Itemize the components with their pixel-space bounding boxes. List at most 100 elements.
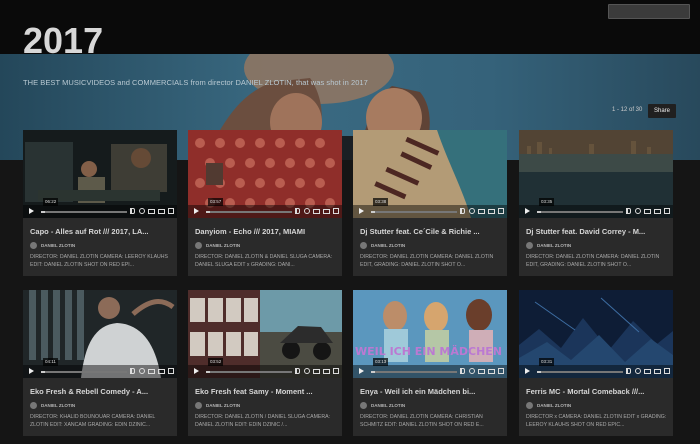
svg-text:WEIL ICH EIN MÄDCHEN BIN: WEIL ICH EIN MÄDCHEN BIN [355, 344, 507, 358]
gear-icon[interactable] [139, 208, 145, 214]
captions-icon[interactable] [644, 209, 651, 214]
video-author[interactable]: DANIEL ZLOTIN [206, 403, 240, 408]
volume-icon[interactable] [460, 368, 465, 374]
gear-icon[interactable] [469, 368, 475, 374]
progress-bar[interactable] [371, 211, 457, 213]
video-card[interactable]: 06:22 Capo - Alles auf Rot /// 2017, LA.… [23, 130, 177, 276]
pip-icon[interactable] [158, 369, 165, 374]
fullscreen-icon[interactable] [168, 208, 174, 214]
captions-icon[interactable] [148, 209, 155, 214]
progress-bar[interactable] [41, 211, 127, 213]
pip-icon[interactable] [488, 369, 495, 374]
captions-icon[interactable] [313, 209, 320, 214]
page-description: THE BEST MUSICVIDEOS and COMMERCIALS fro… [23, 78, 368, 87]
captions-icon[interactable] [478, 209, 485, 214]
gear-icon[interactable] [635, 208, 641, 214]
avatar [360, 402, 367, 409]
play-icon[interactable] [194, 368, 199, 374]
volume-icon[interactable] [130, 368, 135, 374]
pip-icon[interactable] [654, 369, 661, 374]
video-description: DIRECTOR: DANIEL ZLOTIN CAMERA: CHRISTIA… [360, 414, 484, 428]
video-author[interactable]: DANIEL ZLOTIN [206, 243, 240, 248]
fullscreen-icon[interactable] [498, 208, 504, 214]
video-card[interactable]: 03:31 Ferris MC - Mortal Comeback ///...… [519, 290, 673, 436]
progress-bar[interactable] [371, 371, 457, 373]
video-title[interactable]: Enya - Weil ich ein Mädchen bi... [360, 387, 502, 396]
video-author[interactable]: DANIEL ZLOTIN [41, 243, 75, 248]
video-description: DIRECTOR x CAMERA: DANIEL ZLOTIN EDIT x … [526, 414, 667, 428]
video-controls [23, 205, 177, 218]
video-card[interactable]: 03:57 Danyiom - Echo /// 2017, MIAMI DAN… [188, 130, 342, 276]
fullscreen-icon[interactable] [333, 208, 339, 214]
volume-icon[interactable] [130, 208, 135, 214]
video-title[interactable]: Eko Fresh & Rebell Comedy - A... [30, 387, 172, 396]
video-title[interactable]: Dj Stutter feat. Ce´Cile & Richie ... [360, 227, 502, 236]
pip-icon[interactable] [488, 209, 495, 214]
video-card[interactable]: 03:35 Dj Stutter feat. David Correy - M.… [519, 130, 673, 276]
volume-icon[interactable] [295, 208, 300, 214]
video-thumbnail[interactable]: 03:38 [353, 130, 507, 218]
fullscreen-icon[interactable] [664, 368, 670, 374]
gear-icon[interactable] [139, 368, 145, 374]
progress-bar[interactable] [206, 371, 292, 373]
video-thumbnail[interactable]: 06:22 [23, 130, 177, 218]
video-card[interactable]: 04:11 Eko Fresh & Rebell Comedy - A... D… [23, 290, 177, 436]
video-description: DIRECTOR: DANIEL ZLOTIN CAMERA: DANIEL Z… [360, 254, 494, 268]
progress-bar[interactable] [41, 371, 127, 373]
gear-icon[interactable] [304, 368, 310, 374]
captions-icon[interactable] [313, 369, 320, 374]
search-input[interactable] [608, 4, 690, 19]
captions-icon[interactable] [644, 369, 651, 374]
volume-icon[interactable] [295, 368, 300, 374]
video-title[interactable]: Danyiom - Echo /// 2017, MIAMI [195, 227, 337, 236]
volume-icon[interactable] [460, 208, 465, 214]
video-title[interactable]: Ferris MC - Mortal Comeback ///... [526, 387, 668, 396]
video-author[interactable]: DANIEL ZLOTIN [371, 243, 405, 248]
captions-icon[interactable] [478, 369, 485, 374]
video-author[interactable]: DANIEL ZLOTIN [537, 403, 571, 408]
play-icon[interactable] [525, 368, 530, 374]
video-author[interactable]: DANIEL ZLOTIN [371, 403, 405, 408]
captions-icon[interactable] [148, 369, 155, 374]
play-icon[interactable] [525, 208, 530, 214]
play-icon[interactable] [359, 208, 364, 214]
video-title[interactable]: Dj Stutter feat. David Correy - M... [526, 227, 668, 236]
video-thumbnail[interactable]: 03:52 [188, 290, 342, 378]
video-controls [23, 365, 177, 378]
video-description: DIRECTOR: DANIEL ZLOTIN / DANIEL SLUGA C… [195, 414, 330, 428]
video-title[interactable]: Eko Fresh feat Samy - Moment ... [195, 387, 337, 396]
progress-bar[interactable] [537, 211, 623, 213]
gear-icon[interactable] [469, 208, 475, 214]
volume-icon[interactable] [626, 208, 631, 214]
fullscreen-icon[interactable] [168, 368, 174, 374]
gear-icon[interactable] [635, 368, 641, 374]
video-card[interactable]: 03:52 Eko Fresh feat Samy - Moment ... D… [188, 290, 342, 436]
pip-icon[interactable] [158, 209, 165, 214]
video-author[interactable]: DANIEL ZLOTIN [41, 403, 75, 408]
video-thumbnail[interactable]: 03:57 [188, 130, 342, 218]
pip-icon[interactable] [654, 209, 661, 214]
video-thumbnail[interactable]: 03:35 [519, 130, 673, 218]
play-icon[interactable] [29, 368, 34, 374]
pip-icon[interactable] [323, 209, 330, 214]
video-title[interactable]: Capo - Alles auf Rot /// 2017, LA... [30, 227, 172, 236]
progress-bar[interactable] [206, 211, 292, 213]
play-icon[interactable] [359, 368, 364, 374]
fullscreen-icon[interactable] [498, 368, 504, 374]
share-button[interactable]: Share [648, 104, 676, 118]
progress-bar[interactable] [537, 371, 623, 373]
video-thumbnail[interactable]: 03:31 [519, 290, 673, 378]
video-author[interactable]: DANIEL ZLOTIN [537, 243, 571, 248]
fullscreen-icon[interactable] [664, 208, 670, 214]
play-icon[interactable] [194, 208, 199, 214]
pip-icon[interactable] [323, 369, 330, 374]
video-card[interactable]: 03:38 Dj Stutter feat. Ce´Cile & Richie … [353, 130, 507, 276]
video-thumbnail[interactable]: WEIL ICH EIN MÄDCHEN BIN 03:13 [353, 290, 507, 378]
gear-icon[interactable] [304, 208, 310, 214]
video-card[interactable]: WEIL ICH EIN MÄDCHEN BIN 03:13 Enya - We… [353, 290, 507, 436]
avatar [526, 402, 533, 409]
play-icon[interactable] [29, 208, 34, 214]
fullscreen-icon[interactable] [333, 368, 339, 374]
video-thumbnail[interactable]: 04:11 [23, 290, 177, 378]
volume-icon[interactable] [626, 368, 631, 374]
